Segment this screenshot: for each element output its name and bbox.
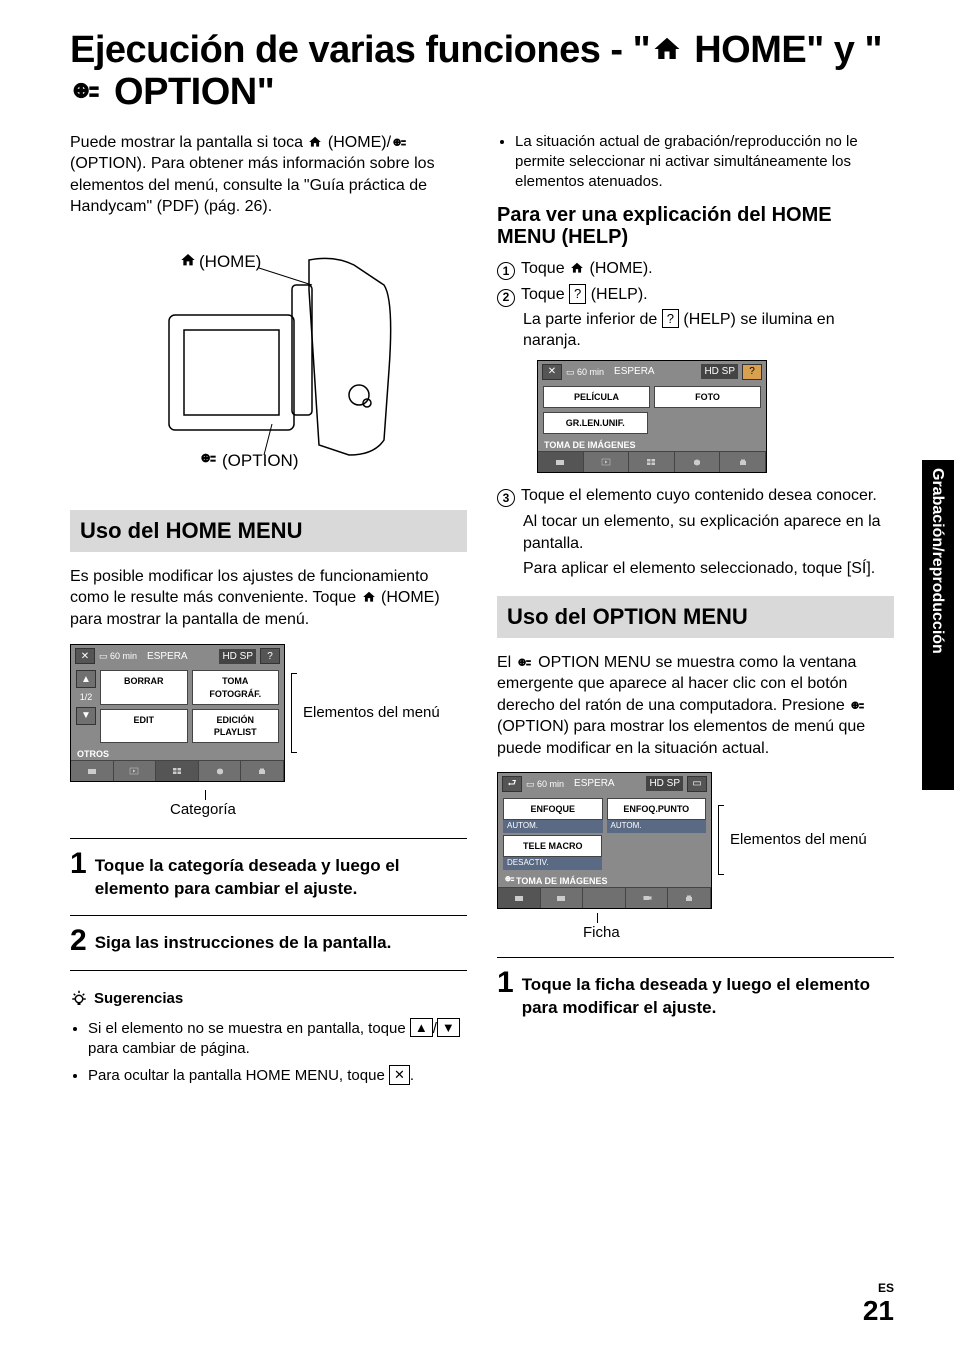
menu-item[interactable]: GR.LEN.UNIF. [543, 412, 648, 434]
tips-header: Sugerencias [70, 989, 467, 1009]
step-2: 2 Siga las instrucciones de la pantalla. [70, 926, 467, 956]
left-column: Puede mostrar la pantalla si toca (HOME)… [70, 132, 467, 1317]
home-icon [569, 261, 585, 275]
down-icon[interactable]: ▼ [76, 707, 96, 725]
annotation-ficha: Ficha [583, 923, 894, 943]
category-tabs[interactable] [71, 760, 284, 781]
right-column: La situación actual de grabación/reprodu… [497, 132, 894, 1317]
option-icon [70, 80, 104, 108]
down-icon: ▼ [437, 1018, 460, 1038]
title-home: HOME" y " [684, 29, 882, 71]
home-icon [361, 590, 377, 604]
intro-paragraph: Puede mostrar la pantalla si toca (HOME)… [70, 132, 467, 218]
menu-item[interactable]: ENFOQUE [503, 798, 603, 820]
title-option: OPTION" [104, 71, 274, 113]
battery-indicator: ▭ 60 min [566, 366, 604, 378]
battery-indicator: ▭ 60 min [99, 650, 137, 662]
option-icon [849, 700, 867, 714]
step-1: 1 Toque la categoría deseada y luego el … [70, 849, 467, 901]
option-icon [391, 137, 409, 151]
up-icon: ▲ [410, 1018, 433, 1038]
page-number: 21 [863, 1295, 894, 1327]
bulb-icon [70, 990, 88, 1008]
home-icon [650, 34, 684, 64]
back-icon[interactable]: ⮐ [502, 776, 522, 792]
help-step-1: 1Toque (HOME). [497, 258, 894, 280]
camera-diagram: (HOME) (OPTION) [134, 230, 404, 490]
option-step-1: 1 Toque la ficha deseada y luego el elem… [497, 968, 894, 1020]
menu-item[interactable]: EDIT [100, 709, 188, 743]
note-list: La situación actual de grabación/reprodu… [497, 132, 894, 193]
menu-item[interactable]: PELÍCULA [543, 386, 650, 408]
diagram-option-label: (OPTION) [222, 451, 299, 470]
section-tab: Grabación/reproducción [922, 460, 954, 790]
battery-indicator: ▭ 60 min [526, 778, 564, 790]
annotation-items: Elementos del menú [730, 830, 867, 850]
close-icon: ✕ [389, 1065, 410, 1085]
annotation-category: Categoría [170, 800, 467, 820]
menu-item[interactable]: TOMA FOTOGRÁF. [192, 670, 280, 704]
help-step-2: 2Toque ? (HELP). La parte inferior de ? … [497, 284, 894, 351]
home-menu-screenshot: ✕ ▭ 60 min ESPERA HD SP ? ▲ 1/2 ▼ [70, 644, 467, 782]
home-icon [307, 135, 323, 149]
menu-item[interactable]: BORRAR [100, 670, 188, 704]
help-subheader: Para ver una explicación del HOME MENU (… [497, 204, 894, 248]
title-pre: Ejecución de varias funciones - " [70, 29, 650, 71]
option-menu-screenshot: ⮐ ▭ 60 min ESPERA HD SP ▭ ENFOQUE AUTOM. [497, 772, 894, 909]
help-icon[interactable]: ? [742, 364, 762, 380]
page-footer: ES 21 [863, 1281, 894, 1327]
home-menu-paragraph: Es posible modificar los ajustes de func… [70, 566, 467, 631]
menu-item[interactable]: EDICIÓN PLAYLIST [192, 709, 280, 743]
help-step-3: 3Toque el elemento cuyo contenido desea … [497, 485, 894, 580]
annotation-items: Elementos del menú [303, 703, 440, 723]
tips-list: Si el elemento no se muestra en pantalla… [70, 1018, 467, 1087]
category-tabs[interactable] [538, 451, 766, 472]
home-menu-section-header: Uso del HOME MENU [70, 510, 467, 552]
menu-item[interactable]: FOTO [654, 386, 761, 408]
option-menu-paragraph: El OPTION MENU se muestra como la ventan… [497, 652, 894, 760]
menu-item[interactable]: ENFOQ.PUNTO [607, 798, 707, 820]
help-icon[interactable]: ? [260, 648, 280, 664]
diagram-home-label: (HOME) [199, 252, 261, 271]
help-screenshot: ✕ ▭ 60 min ESPERA HD SP ? PELÍCULA FOTO … [537, 360, 767, 473]
close-icon[interactable]: ✕ [542, 364, 562, 380]
help-icon: ? [662, 309, 679, 329]
menu-item[interactable]: TELE MACRO [503, 835, 602, 857]
tip-item: Para ocultar la pantalla HOME MENU, toqu… [88, 1065, 467, 1086]
help-icon: ? [569, 284, 586, 304]
page-title: Ejecución de varias funciones - " HOME" … [70, 30, 894, 114]
note-item: La situación actual de grabación/reprodu… [515, 132, 894, 193]
option-menu-section-header: Uso del OPTION MENU [497, 596, 894, 638]
close-icon[interactable]: ✕ [75, 648, 95, 664]
up-icon[interactable]: ▲ [76, 670, 96, 688]
card-icon: ▭ [687, 776, 707, 792]
option-icon [516, 657, 534, 671]
tip-item: Si el elemento no se muestra en pantalla… [88, 1018, 467, 1060]
option-tabs[interactable] [498, 887, 711, 908]
